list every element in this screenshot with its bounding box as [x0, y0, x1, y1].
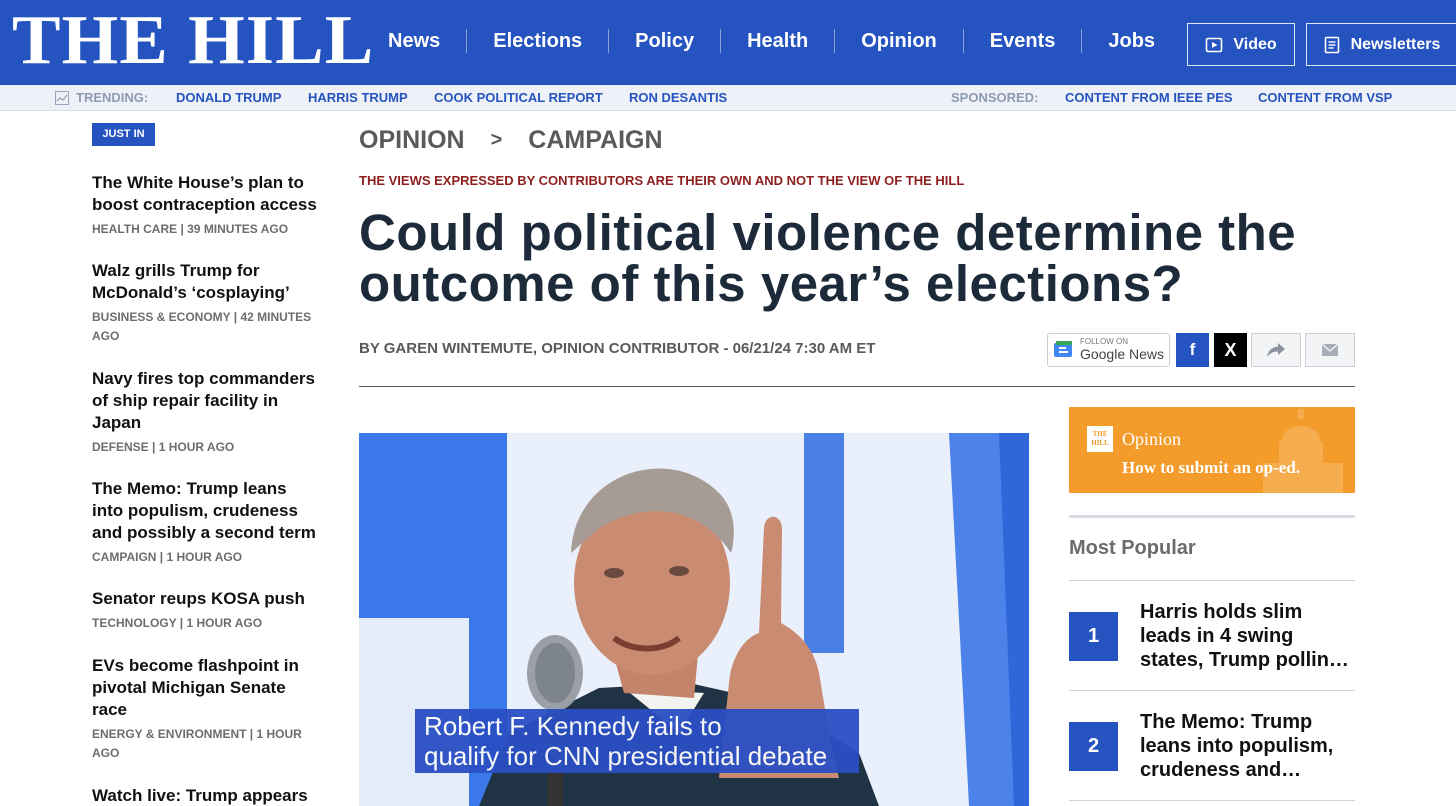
- share-button[interactable]: [1251, 333, 1301, 367]
- site-logo[interactable]: THE HILL: [12, 6, 374, 76]
- newsletter-icon: [1324, 36, 1339, 53]
- breadcrumb-campaign[interactable]: CAMPAIGN: [528, 126, 662, 155]
- list-item[interactable]: The Memo: Trump leans into populism, cru…: [92, 478, 322, 567]
- breadcrumb-separator: >: [490, 129, 503, 151]
- rail-headline[interactable]: Watch live: Trump appears: [92, 785, 322, 806]
- rail-headline[interactable]: The White House’s plan to boost contrace…: [92, 172, 322, 216]
- trending-link[interactable]: DONALD TRUMP: [176, 90, 281, 105]
- x-share-button[interactable]: X: [1214, 333, 1247, 367]
- rail-meta: DEFENSE | 1 HOUR AGO: [92, 440, 235, 454]
- rail-meta: CAMPAIGN | 1 HOUR AGO: [92, 550, 243, 564]
- video-button[interactable]: Video: [1187, 23, 1295, 66]
- nav-opinion[interactable]: Opinion: [834, 29, 963, 53]
- promo-cta[interactable]: How to submit an op-ed.: [1122, 458, 1300, 478]
- just-in-badge: JUST IN: [92, 123, 155, 146]
- trending-link[interactable]: COOK POLITICAL REPORT: [434, 90, 603, 105]
- promo-title: Opinion: [1122, 429, 1182, 449]
- badge-text: THE HILL: [1091, 430, 1109, 447]
- site-header: THE HILL News Elections Policy Health Op…: [0, 0, 1456, 85]
- rail-headline[interactable]: Senator reups KOSA push: [92, 588, 322, 610]
- image-caption: Robert F. Kennedy fails to qualify for C…: [415, 709, 859, 773]
- google-news-button[interactable]: FOLLOW ON Google News: [1047, 333, 1170, 367]
- popular-headline[interactable]: Harris holds slim leads in 4 swing state…: [1140, 600, 1355, 672]
- page-title: Could political violence determine the o…: [359, 204, 1297, 312]
- the-hill-badge: THE HILL: [1087, 426, 1113, 452]
- nav-jobs[interactable]: Jobs: [1081, 29, 1181, 53]
- google-news-label: Google News: [1079, 346, 1165, 362]
- video-icon: [1206, 37, 1223, 52]
- rail-meta: HEALTH CARE | 39 MINUTES AGO: [92, 222, 289, 236]
- nav-news[interactable]: News: [362, 29, 466, 53]
- facebook-share-button[interactable]: f: [1176, 333, 1209, 367]
- sponsored-link[interactable]: CONTENT FROM VSP: [1258, 90, 1392, 105]
- list-item[interactable]: Senator reups KOSA push TECHNOLOGY | 1 H…: [92, 588, 322, 633]
- nav-elections[interactable]: Elections: [466, 29, 608, 53]
- rail-headline[interactable]: Walz grills Trump for McDonald’s ‘cospla…: [92, 260, 322, 304]
- google-news-follow: FOLLOW ON: [1079, 337, 1128, 346]
- email-share-button[interactable]: [1305, 333, 1355, 367]
- divider: [1069, 580, 1355, 581]
- popular-headline[interactable]: The Memo: Trump leans into populism, cru…: [1140, 710, 1355, 782]
- list-item[interactable]: Navy fires top commanders of ship repair…: [92, 368, 322, 457]
- rail-meta: ENERGY & ENVIRONMENT | 1 HOUR AGO: [92, 727, 302, 760]
- rank-badge: 2: [1069, 722, 1118, 771]
- trending-label: TRENDING:: [76, 90, 149, 105]
- mail-icon: [1321, 343, 1339, 356]
- list-item[interactable]: EVs become flashpoint in pivotal Michiga…: [92, 655, 322, 763]
- trending-link[interactable]: HARRIS TRUMP: [308, 90, 408, 105]
- newsletters-button[interactable]: Newsletters: [1306, 23, 1456, 66]
- rail-meta: TECHNOLOGY | 1 HOUR AGO: [92, 616, 263, 630]
- capitol-dome-icon: [1263, 409, 1343, 493]
- most-popular-top-divider: [1069, 515, 1355, 518]
- facebook-icon: f: [1189, 340, 1196, 359]
- rail-headline[interactable]: The Memo: Trump leans into populism, cru…: [92, 478, 322, 544]
- article-divider: [359, 386, 1355, 387]
- rank-badge: 1: [1069, 612, 1118, 661]
- list-item[interactable]: Walz grills Trump for McDonald’s ‘cospla…: [92, 260, 322, 346]
- newsletters-label: Newsletters: [1350, 35, 1441, 53]
- x-icon: X: [1224, 339, 1237, 360]
- rail-headline[interactable]: Navy fires top commanders of ship repair…: [92, 368, 322, 434]
- list-item[interactable]: Watch live: Trump appears: [92, 785, 322, 806]
- sponsored-link[interactable]: CONTENT FROM IEEE PES: [1065, 90, 1233, 105]
- google-news-icon: [1053, 341, 1072, 357]
- caption-line: Robert F. Kennedy fails to: [424, 711, 722, 741]
- divider: [1069, 800, 1355, 801]
- most-popular-title: Most Popular: [1069, 537, 1196, 559]
- nav-policy[interactable]: Policy: [608, 29, 720, 53]
- opinion-disclaimer: THE VIEWS EXPRESSED BY CONTRIBUTORS ARE …: [359, 173, 965, 188]
- video-label: Video: [1233, 35, 1277, 53]
- trending-icon: [55, 91, 69, 105]
- nav-health[interactable]: Health: [720, 29, 834, 53]
- list-item[interactable]: The White House’s plan to boost contrace…: [92, 172, 322, 239]
- rail-meta: BUSINESS & ECONOMY | 42 MINUTES AGO: [92, 310, 312, 343]
- divider: [1069, 690, 1355, 691]
- caption-line: qualify for CNN presidential debate: [424, 741, 828, 771]
- nav-events[interactable]: Events: [962, 29, 1082, 53]
- breadcrumb: OPINION > CAMPAIGN: [359, 126, 663, 155]
- rail-headline[interactable]: EVs become flashpoint in pivotal Michiga…: [92, 655, 322, 721]
- trending-link[interactable]: RON DESANTIS: [629, 90, 727, 105]
- main-nav: News Elections Policy Health Opinion Eve…: [362, 24, 1181, 58]
- submit-op-ed-promo[interactable]: THE HILL Opinion How to submit an op-ed.: [1069, 407, 1355, 493]
- breadcrumb-opinion[interactable]: OPINION: [359, 126, 465, 155]
- trending-bar: TRENDING: DONALD TRUMP HARRIS TRUMP COOK…: [0, 85, 1456, 111]
- share-arrow-icon: [1267, 343, 1285, 357]
- sponsored-label: SPONSORED:: [951, 90, 1039, 105]
- byline: BY GAREN WINTEMUTE, OPINION CONTRIBUTOR …: [359, 340, 876, 357]
